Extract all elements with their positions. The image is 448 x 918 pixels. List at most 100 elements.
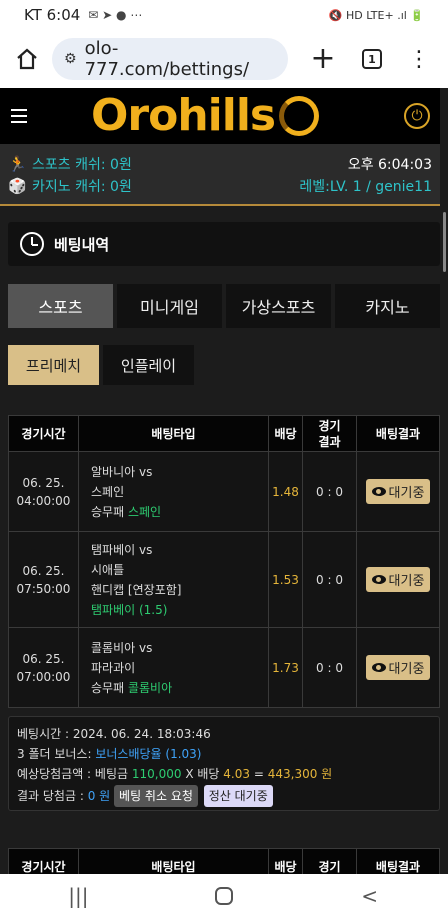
result-line: 결과 당첨금 : 0 원 베팅 취소 요청 정산 대기중 bbox=[17, 785, 431, 807]
pending-button[interactable]: 대기중 bbox=[365, 655, 431, 680]
match-teams-1: 탬파베이 vs bbox=[91, 542, 153, 557]
tab-casino[interactable]: 카지노 bbox=[335, 284, 440, 328]
site-header: Orohills ⏻ bbox=[0, 88, 440, 144]
expected-payout-line: 예상당첨금액 : 베팅금 110,000 X 배당 4.03 = 443,300… bbox=[17, 764, 431, 784]
power-icon[interactable]: ⏻ bbox=[404, 103, 430, 129]
eye-icon bbox=[371, 575, 386, 584]
home-button-icon[interactable] bbox=[214, 887, 233, 905]
bet-amount: 110,000 bbox=[131, 767, 182, 781]
col-result: 경기 결과 bbox=[302, 415, 357, 452]
bet-result-cell: 대기중 bbox=[356, 451, 440, 532]
match-time-cell: 06. 25. 07:50:00 bbox=[8, 531, 79, 628]
site-logo[interactable]: Orohills bbox=[91, 88, 276, 144]
bet-pick: 콜롬비아 bbox=[127, 680, 173, 695]
subtab-prematch[interactable]: 프리메치 bbox=[8, 345, 99, 385]
equals-sign: = bbox=[253, 767, 264, 781]
market-type: 승무패 bbox=[91, 504, 125, 519]
match-teams-2: 시애틀 bbox=[91, 562, 125, 577]
tab-virtual-sports[interactable]: 가상스포츠 bbox=[226, 284, 331, 328]
col-type: 배팅타입 bbox=[78, 415, 269, 452]
clock-icon bbox=[20, 232, 44, 256]
casino-cash-value: 0원 bbox=[110, 179, 132, 195]
col-time: 경기시간 bbox=[8, 415, 79, 452]
casino-chip-icon: 🎲 bbox=[8, 177, 27, 195]
android-nav-bar: ||| < bbox=[0, 874, 448, 918]
col-result-top: 경기 bbox=[318, 418, 341, 433]
market-type: 핸디캡 [연장포함] bbox=[91, 582, 182, 597]
pending-label: 대기중 bbox=[388, 574, 425, 589]
sports-cash-label: 스포츠 캐쉬: bbox=[32, 157, 106, 173]
section-header: 베팅내역 bbox=[8, 222, 440, 266]
match-time-cell: 06. 25. 04:00:00 bbox=[8, 451, 79, 532]
result-label: 결과 당첨금 : bbox=[17, 789, 84, 803]
odds-cell: 1.73 bbox=[268, 627, 303, 708]
tab-switcher-button[interactable]: 1 bbox=[362, 49, 382, 69]
bet-pick: 탬파베이 (1.5) bbox=[91, 602, 168, 617]
pending-button[interactable]: 대기중 bbox=[365, 567, 431, 592]
score-cell: 0 : 0 bbox=[302, 627, 357, 708]
expected-label: 예상당첨금액 : 베팅금 bbox=[17, 767, 129, 781]
level-text: 레벨:LV. 1 / genie11 bbox=[299, 179, 432, 195]
table-row: 06. 25. 07:50:00 탬파베이 vs 시애틀 핸디캡 [연장포함] 탬… bbox=[8, 531, 440, 628]
bet-type-cell: 알바니아 vs 스페인 승무패 스페인 bbox=[78, 451, 269, 532]
match-teams-1: 콜롬비아 vs bbox=[91, 640, 153, 655]
bet-time-value: 2024. 06. 24. 18:03:46 bbox=[72, 727, 211, 741]
table-header-row: 경기시간 배팅타입 배당 경기 결과 배팅결과 bbox=[8, 415, 440, 452]
browser-toolbar: ⚙ olo-777.com/bettings/ + 1 ⋮ bbox=[0, 30, 448, 88]
section-title: 베팅내역 bbox=[54, 235, 110, 254]
score-cell: 0 : 0 bbox=[302, 451, 357, 532]
table-row: 06. 25. 07:00:00 콜롬비아 vs 파라과이 승무패 콜롬비아 1.… bbox=[8, 627, 440, 708]
status-bar: KT 6:04 ✉ ➤ ● ⋯ 🔇 HD LTE+ .ıl 🔋 bbox=[0, 0, 448, 30]
bet-result-cell: 대기중 bbox=[356, 531, 440, 628]
address-bar[interactable]: ⚙ olo-777.com/bettings/ bbox=[52, 38, 288, 80]
clock-text: 오후 6:04:03 bbox=[347, 157, 432, 173]
sub-tabs: 프리메치 인플레이 bbox=[8, 345, 194, 385]
recents-icon[interactable]: ||| bbox=[58, 884, 98, 908]
table-row: 06. 25. 04:00:00 알바니아 vs 스페인 승무패 스페인 1.48… bbox=[8, 451, 440, 532]
bonus-line: 3 폴더 보너스: 보너스배당율 (1.03) bbox=[17, 744, 431, 764]
menu-icon[interactable]: ⋮ bbox=[408, 47, 430, 72]
scrollbar[interactable] bbox=[443, 212, 446, 272]
odds-cell: 1.53 bbox=[268, 531, 303, 628]
eye-icon bbox=[371, 487, 386, 496]
hamburger-icon[interactable] bbox=[11, 109, 27, 123]
bet-time-label: 베팅시간 : bbox=[17, 727, 70, 741]
settle-pending-button[interactable]: 정산 대기중 bbox=[203, 785, 273, 807]
col-odds: 배당 bbox=[268, 415, 303, 452]
pending-label: 대기중 bbox=[388, 662, 425, 677]
site-settings-icon[interactable]: ⚙ bbox=[64, 51, 77, 67]
total-odds: 4.03 bbox=[223, 767, 250, 781]
market-type: 승무패 bbox=[91, 680, 125, 695]
pending-button[interactable]: 대기중 bbox=[365, 479, 431, 504]
tab-minigame[interactable]: 미니게임 bbox=[117, 284, 222, 328]
match-date: 06. 25. bbox=[22, 651, 65, 666]
match-teams-1: 알바니아 vs bbox=[91, 464, 153, 479]
home-icon[interactable] bbox=[12, 44, 42, 74]
new-tab-icon[interactable]: + bbox=[310, 44, 336, 74]
match-time: 07:00:00 bbox=[16, 669, 71, 684]
account-info-bar: 🏃 스포츠 캐쉬: 0원 오후 6:04:03 🎲 카지노 캐쉬: 0원 레벨:… bbox=[0, 144, 440, 206]
bonus-label: 3 폴더 보너스: bbox=[17, 747, 92, 761]
category-tabs: 스포츠 미니게임 가상스포츠 카지노 bbox=[8, 284, 440, 328]
subtab-inplay[interactable]: 인플레이 bbox=[103, 345, 194, 385]
system-icons: 🔇 HD LTE+ .ıl 🔋 bbox=[328, 8, 424, 22]
eye-icon bbox=[371, 663, 386, 672]
match-time-cell: 06. 25. 07:00:00 bbox=[8, 627, 79, 708]
bet-time-line: 베팅시간 : 2024. 06. 24. 18:03:46 bbox=[17, 724, 431, 744]
bet-type-cell: 콜롬비아 vs 파라과이 승무패 콜롬비아 bbox=[78, 627, 269, 708]
match-time: 07:50:00 bbox=[16, 581, 71, 596]
cancel-bet-button[interactable]: 베팅 취소 요청 bbox=[114, 785, 198, 807]
match-time: 04:00:00 bbox=[16, 493, 71, 508]
score-cell: 0 : 0 bbox=[302, 531, 357, 628]
runner-icon: 🏃 bbox=[8, 155, 27, 173]
bet-table: 경기시간 배팅타입 배당 경기 결과 배팅결과 06. 25. 04:00:00 알… bbox=[8, 415, 440, 708]
back-icon[interactable]: < bbox=[350, 884, 390, 908]
result-value: 0 원 bbox=[87, 789, 111, 803]
bet-summary: 베팅시간 : 2024. 06. 24. 18:03:46 3 폴더 보너스: … bbox=[8, 716, 440, 811]
url-text: olo-777.com/bettings/ bbox=[84, 38, 250, 80]
status-time: KT 6:04 bbox=[24, 6, 81, 24]
match-date: 06. 25. bbox=[22, 475, 65, 490]
bet-pick: 스페인 bbox=[127, 504, 162, 519]
col-bet-result: 배팅결과 bbox=[356, 415, 440, 452]
tab-sports[interactable]: 스포츠 bbox=[8, 284, 113, 328]
